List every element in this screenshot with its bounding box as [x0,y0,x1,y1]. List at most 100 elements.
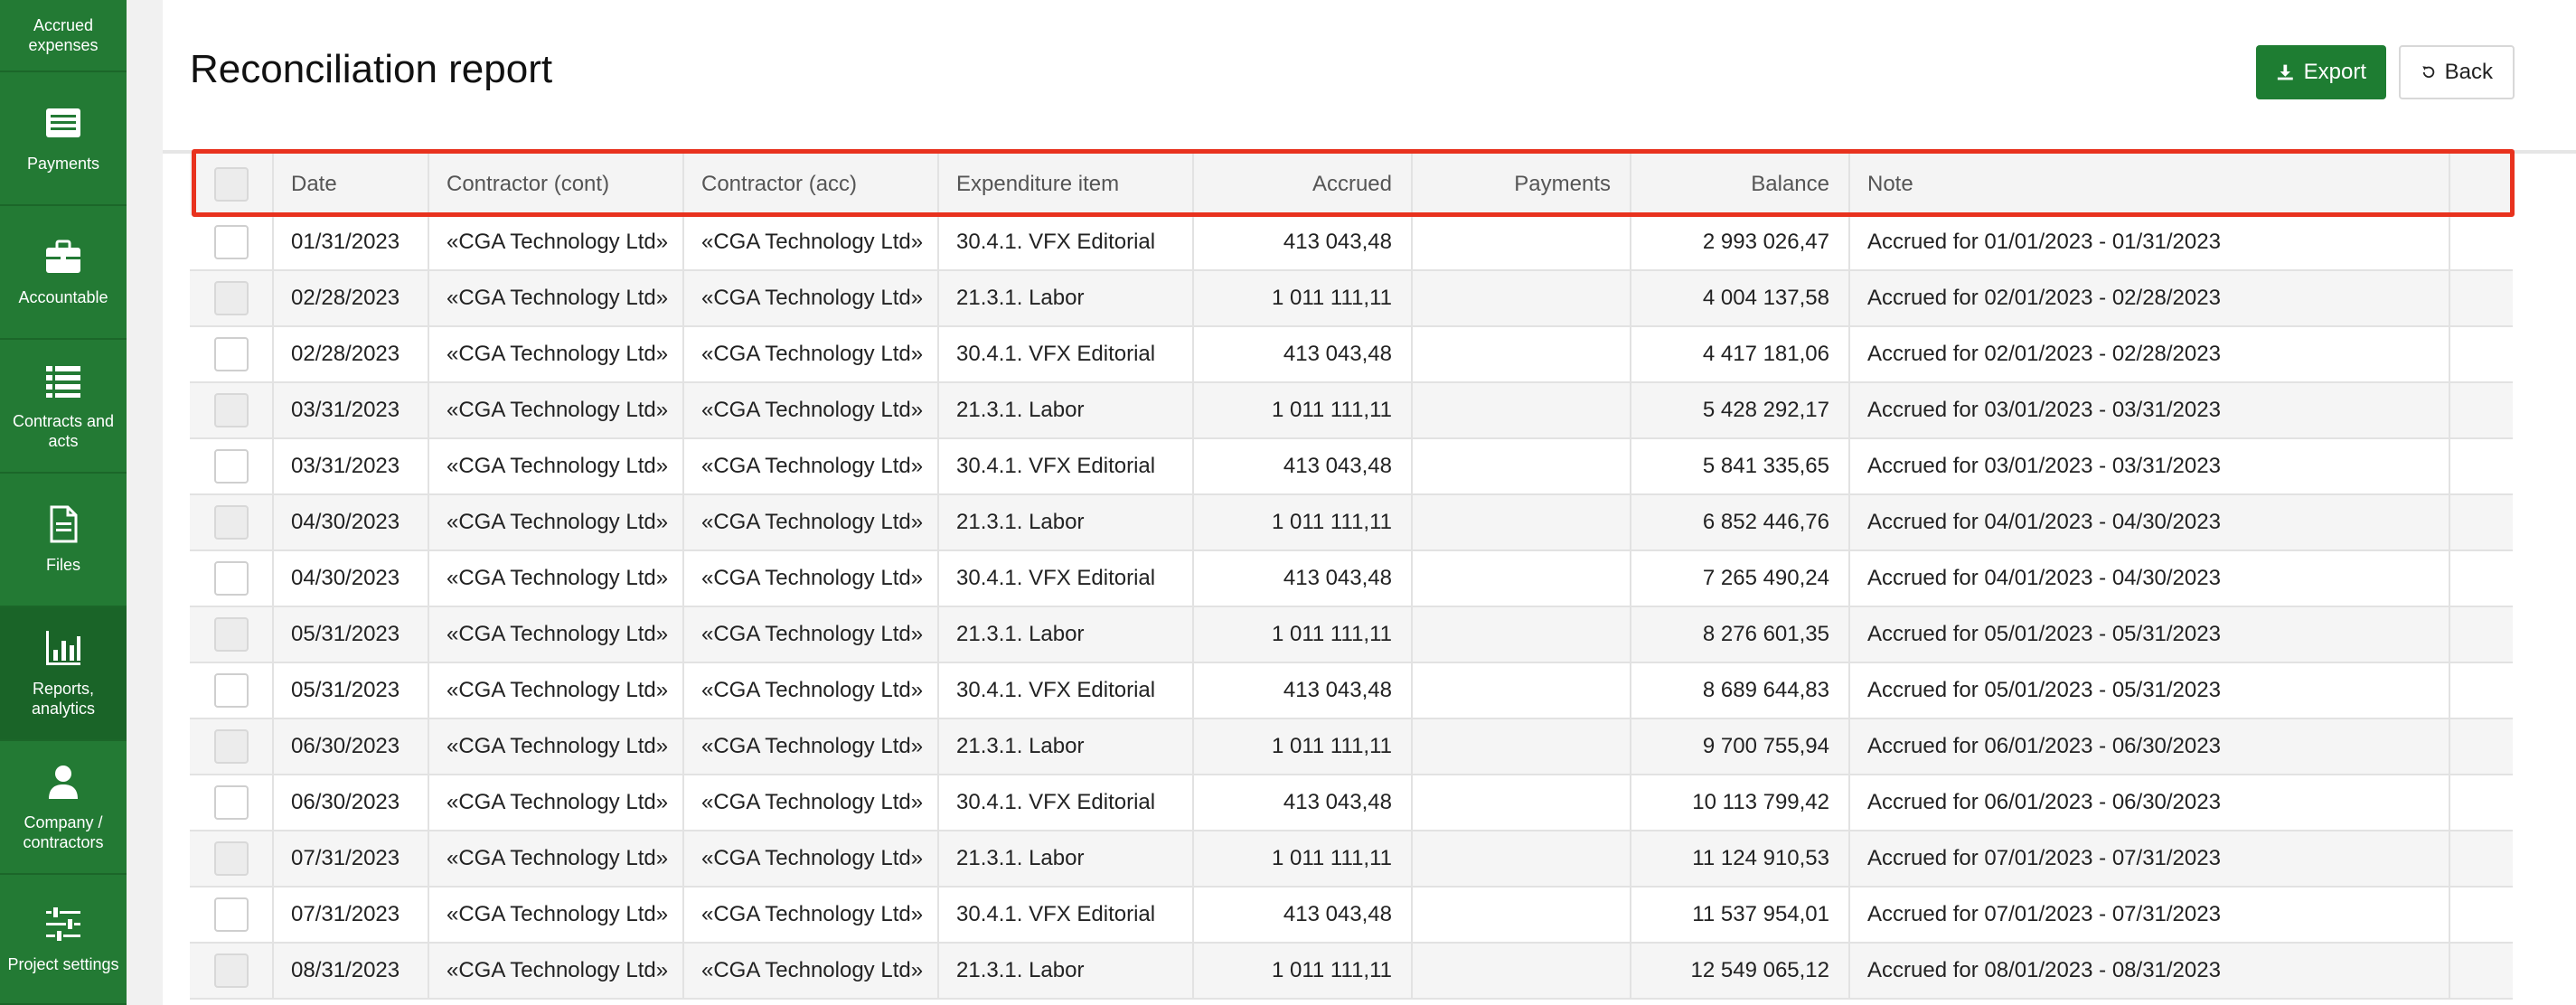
row-checkbox[interactable] [214,449,249,484]
table-row[interactable]: 03/31/2023 «CGA Technology Ltd» «CGA Techn… [190,439,2513,495]
row-checkbox-cell[interactable] [190,888,273,942]
row-checkbox-cell[interactable] [190,495,273,549]
cell-contractor-acc: «CGA Technology Ltd» [701,342,924,366]
column-header-accrued[interactable]: Accrued [1193,154,1412,215]
cell-actions [2449,944,2513,998]
cell-accrued: 413 043,48 [1283,902,1392,926]
column-header-payments[interactable]: Payments [1412,154,1631,215]
column-header-date[interactable]: Date [273,154,428,215]
column-header-note[interactable]: Note [1849,154,2449,215]
row-checkbox-cell[interactable] [190,271,273,325]
table-row[interactable]: 05/31/2023 «CGA Technology Ltd» «CGA Techn… [190,607,2513,663]
row-checkbox-cell[interactable] [190,607,273,662]
column-divider [428,154,429,1000]
row-checkbox-cell[interactable] [190,944,273,998]
undo-icon [2422,66,2435,78]
row-checkbox[interactable] [214,505,249,540]
sidebar-item-files[interactable]: Files [0,474,127,607]
table-row[interactable]: 04/30/2023 «CGA Technology Ltd» «CGA Techn… [190,495,2513,551]
cell-payments [1412,327,1631,381]
row-checkbox[interactable] [214,729,249,764]
row-checkbox[interactable] [214,393,249,427]
row-checkbox-cell[interactable] [190,719,273,774]
sidebar-item-company-contractors[interactable]: Company / contractors [0,741,127,875]
cell-payments [1412,495,1631,549]
cell-contractor-cont: «CGA Technology Ltd» [447,734,669,758]
cell-date: 05/31/2023 [291,622,400,646]
row-checkbox[interactable] [214,953,249,988]
row-checkbox-cell[interactable] [190,663,273,718]
row-checkbox[interactable] [214,673,249,708]
row-checkbox-cell[interactable] [190,551,273,606]
row-checkbox-cell[interactable] [190,831,273,886]
sidebar-item-accrued-expenses[interactable]: Accrued expenses [0,0,127,72]
cell-accrued: 1 011 111,11 [1271,398,1392,422]
cell-expenditure-item: 21.3.1. Labor [956,622,1085,646]
row-checkbox[interactable] [214,281,249,315]
table-row[interactable]: 02/28/2023 «CGA Technology Ltd» «CGA Techn… [190,271,2513,327]
sidebar-item-label: Files [45,556,80,574]
row-checkbox-cell[interactable] [190,383,273,437]
select-all-checkbox-cell[interactable] [190,154,273,215]
cell-expenditure-item: 21.3.1. Labor [956,398,1085,422]
row-checkbox[interactable] [214,561,249,596]
row-checkbox[interactable] [214,841,249,876]
cell-accrued: 413 043,48 [1283,566,1392,590]
row-checkbox-cell[interactable] [190,215,273,269]
cell-payments [1412,271,1631,325]
column-header-balance[interactable]: Balance [1631,154,1849,215]
column-header-contractor-cont[interactable]: Contractor (cont) [428,154,683,215]
cell-contractor-cont: «CGA Technology Ltd» [447,398,669,422]
row-checkbox[interactable] [214,897,249,932]
sidebar-item-payments[interactable]: Payments [0,72,127,206]
table-row[interactable]: 06/30/2023 «CGA Technology Ltd» «CGA Techn… [190,719,2513,775]
table-row[interactable]: 02/28/2023 «CGA Technology Ltd» «CGA Techn… [190,327,2513,383]
cell-contractor-acc: «CGA Technology Ltd» [701,510,924,534]
table-row[interactable]: 06/30/2023 «CGA Technology Ltd» «CGA Techn… [190,775,2513,831]
column-header-contractor-acc[interactable]: Contractor (acc) [683,154,938,215]
table-row[interactable]: 05/31/2023 «CGA Technology Ltd» «CGA Techn… [190,663,2513,719]
sidebar-item-project-settings[interactable]: Project settings [0,875,127,1005]
row-checkbox-cell[interactable] [190,439,273,493]
back-button[interactable]: Back [2399,45,2515,99]
table-row[interactable]: 04/30/2023 «CGA Technology Ltd» «CGA Techn… [190,551,2513,607]
sidebar-item-contracts-and-acts[interactable]: Contracts and acts [0,340,127,474]
export-button-label: Export [2303,60,2366,84]
row-checkbox-cell[interactable] [190,327,273,381]
export-button[interactable]: Export [2256,45,2386,99]
cell-actions [2449,663,2513,718]
cell-balance: 5 428 292,17 [1702,398,1829,422]
row-checkbox-cell[interactable] [190,775,273,830]
cell-contractor-acc: «CGA Technology Ltd» [701,566,924,590]
cell-contractor-cont: «CGA Technology Ltd» [447,622,669,646]
cell-date: 03/31/2023 [291,398,400,422]
row-checkbox[interactable] [214,617,249,652]
cell-actions [2449,271,2513,325]
sidebar-item-reports-analytics[interactable]: Reports, analytics [0,607,127,741]
table-row[interactable]: 01/31/2023 «CGA Technology Ltd» «CGA Techn… [190,215,2513,271]
cell-note: Accrued for 05/01/2023 - 05/31/2023 [1867,678,2221,702]
row-checkbox[interactable] [214,785,249,820]
cell-contractor-cont: «CGA Technology Ltd» [447,958,669,982]
table-row[interactable]: 07/31/2023 «CGA Technology Ltd» «CGA Techn… [190,888,2513,944]
table-row[interactable]: 08/31/2023 «CGA Technology Ltd» «CGA Techn… [190,944,2513,1000]
sidebar-item-accountable[interactable]: Accountable [0,206,127,340]
cell-date: 05/31/2023 [291,678,400,702]
row-checkbox[interactable] [214,337,249,371]
cell-payments [1412,439,1631,493]
column-divider [1192,154,1194,1000]
row-checkbox[interactable] [214,225,249,259]
cell-expenditure-item: 30.4.1. VFX Editorial [956,566,1156,590]
column-divider [1411,154,1413,1000]
cell-expenditure-item: 30.4.1. VFX Editorial [956,342,1156,366]
cell-contractor-acc: «CGA Technology Ltd» [701,790,924,814]
cell-balance: 2 993 026,47 [1702,230,1829,254]
select-all-checkbox[interactable] [214,167,249,202]
column-header-expenditure-item[interactable]: Expenditure item [938,154,1193,215]
report-card: Reconciliation report Export Back Date C… [163,0,2576,1005]
cell-payments [1412,888,1631,942]
table-row[interactable]: 03/31/2023 «CGA Technology Ltd» «CGA Techn… [190,383,2513,439]
column-divider [2449,154,2450,1000]
cell-balance: 11 124 910,53 [1692,846,1829,870]
table-row[interactable]: 07/31/2023 «CGA Technology Ltd» «CGA Techn… [190,831,2513,888]
